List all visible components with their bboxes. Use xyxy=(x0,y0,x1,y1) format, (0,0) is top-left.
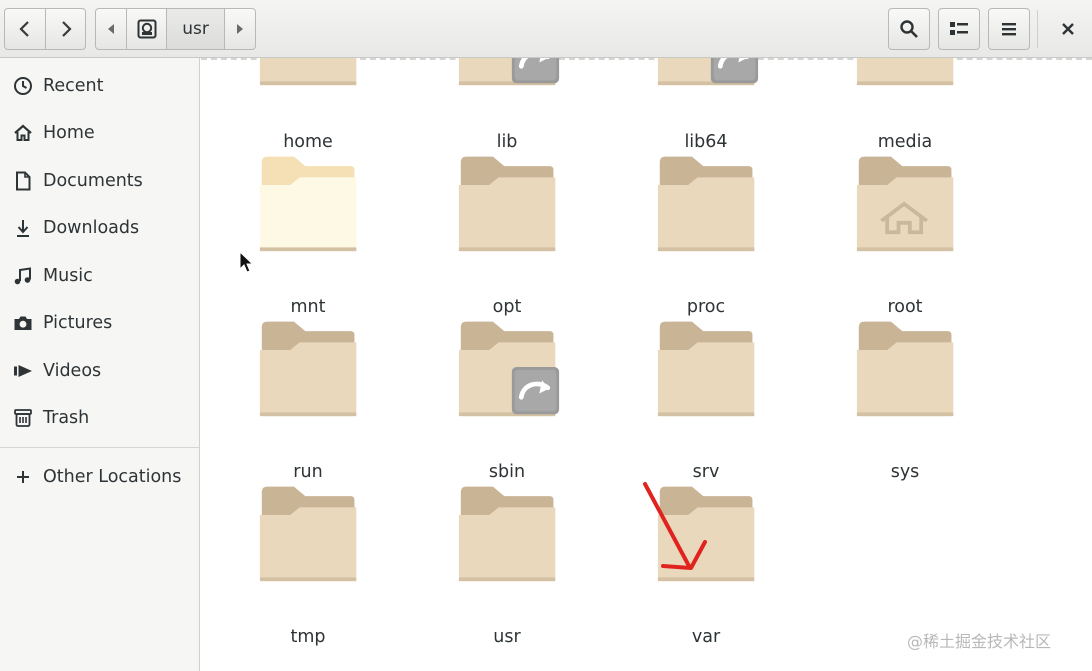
file-item-label: usr xyxy=(493,627,521,647)
menu-button[interactable] xyxy=(988,8,1030,50)
disk-icon xyxy=(137,19,156,39)
hamburger-menu-icon xyxy=(1002,23,1016,36)
file-item-label: sys xyxy=(890,462,920,482)
path-disk-button[interactable] xyxy=(126,9,166,49)
sidebar-item-recent[interactable]: Recent xyxy=(0,63,199,109)
watermark: @稀土掘金技术社区 xyxy=(907,632,1052,651)
sidebar-item-home[interactable]: Home xyxy=(0,110,199,156)
annotation-arrow-icon xyxy=(643,482,707,570)
path-scroll-left-button[interactable] xyxy=(96,9,126,49)
file-item-hit-area[interactable] xyxy=(233,311,383,461)
plus-icon xyxy=(12,469,34,485)
sidebar-item-label: Recent xyxy=(43,76,104,96)
search-icon xyxy=(900,20,918,38)
sidebar-item-label: Music xyxy=(43,266,93,286)
document-icon xyxy=(12,171,34,191)
mouse-cursor-icon xyxy=(239,251,254,273)
search-button[interactable] xyxy=(888,8,930,50)
chevron-right-icon xyxy=(61,21,72,37)
sidebar-item-label: Documents xyxy=(43,171,143,191)
path-scroll-right-button[interactable] xyxy=(224,9,255,49)
chevron-left-icon xyxy=(19,21,29,37)
sidebar-item-label: Trash xyxy=(43,408,90,428)
file-item-hit-area[interactable] xyxy=(432,146,582,296)
file-item-hit-area[interactable] xyxy=(233,476,383,626)
close-icon xyxy=(1062,23,1074,35)
file-item-label: tmp xyxy=(290,627,326,647)
sidebar-item-label: Videos xyxy=(43,361,102,381)
view-toggle-button[interactable] xyxy=(938,8,980,50)
sidebar-item-videos[interactable]: Videos xyxy=(0,348,199,394)
path-current-label: usr xyxy=(182,19,209,39)
video-icon xyxy=(12,363,34,379)
file-item-hit-area[interactable] xyxy=(631,146,781,296)
header-bar: usr xyxy=(0,0,1092,58)
sidebar: Recent Home Documents Downloads Music Pi… xyxy=(0,58,200,671)
file-item-hit-area[interactable] xyxy=(830,146,980,296)
close-button[interactable] xyxy=(1048,8,1088,50)
sidebar-item-music[interactable]: Music xyxy=(0,253,199,299)
file-item-hit-area[interactable] xyxy=(233,58,383,130)
sidebar-item-pictures[interactable]: Pictures xyxy=(0,300,199,346)
sidebar-item-downloads[interactable]: Downloads xyxy=(0,205,199,251)
sidebar-item-label: Downloads xyxy=(43,218,140,238)
file-item-hit-area[interactable] xyxy=(830,58,980,130)
forward-button[interactable] xyxy=(45,9,85,49)
trash-icon xyxy=(12,408,34,428)
sidebar-item-label: Other Locations xyxy=(43,467,182,487)
file-item-hit-area[interactable] xyxy=(233,146,383,296)
header-separator xyxy=(1037,10,1038,48)
sidebar-item-other-locations[interactable]: Other Locations xyxy=(0,454,199,500)
sidebar-item-documents[interactable]: Documents xyxy=(0,158,199,204)
sidebar-separator xyxy=(0,447,199,448)
list-view-icon xyxy=(950,22,968,35)
history-nav xyxy=(4,8,86,50)
file-item-label: var xyxy=(691,627,721,647)
file-item-hit-area[interactable] xyxy=(432,58,582,130)
clock-icon xyxy=(12,76,34,96)
home-icon xyxy=(12,123,34,143)
sidebar-item-label: Home xyxy=(43,123,95,143)
camera-icon xyxy=(12,314,34,332)
file-grid: home lib lib64 media mnt opt proc root run sbin sr… xyxy=(201,58,1092,671)
file-item-hit-area[interactable] xyxy=(432,311,582,461)
file-item-hit-area[interactable] xyxy=(631,58,781,130)
sidebar-item-trash[interactable]: Trash xyxy=(0,395,199,441)
sidebar-item-label: Pictures xyxy=(43,313,113,333)
triangle-left-icon xyxy=(108,24,114,34)
path-current-button[interactable]: usr xyxy=(166,9,224,49)
triangle-right-icon xyxy=(237,24,243,34)
file-item-hit-area[interactable] xyxy=(631,311,781,461)
path-bar: usr xyxy=(95,8,256,50)
back-button[interactable] xyxy=(5,9,45,49)
music-icon xyxy=(12,266,34,286)
file-item-hit-area[interactable] xyxy=(830,311,980,461)
download-icon xyxy=(12,218,34,238)
file-item-hit-area[interactable] xyxy=(432,476,582,626)
